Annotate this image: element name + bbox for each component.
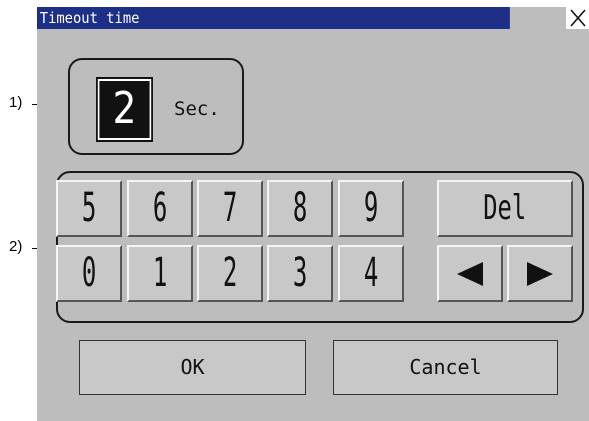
key-9[interactable]: 9 bbox=[338, 180, 404, 237]
unit-label: Sec. bbox=[174, 98, 220, 120]
cursor-right-button[interactable] bbox=[507, 245, 573, 302]
key-8[interactable]: 8 bbox=[267, 180, 333, 237]
callout-2: 2) bbox=[9, 238, 23, 255]
timeout-value-display[interactable]: 2 bbox=[96, 77, 153, 142]
key-3[interactable]: 3 bbox=[267, 245, 333, 302]
close-button[interactable] bbox=[566, 7, 589, 29]
key-0[interactable]: 0 bbox=[56, 245, 122, 302]
cancel-button[interactable]: Cancel bbox=[333, 340, 558, 395]
key-7[interactable]: 7 bbox=[197, 180, 263, 237]
delete-button[interactable]: Del bbox=[437, 180, 573, 237]
close-x-icon bbox=[570, 9, 586, 27]
right-arrow-icon bbox=[527, 262, 553, 286]
key-4[interactable]: 4 bbox=[338, 245, 404, 302]
key-5[interactable]: 5 bbox=[56, 180, 122, 237]
left-arrow-icon bbox=[457, 262, 483, 286]
callout-1: 1) bbox=[9, 94, 23, 111]
cursor-left-button[interactable] bbox=[437, 245, 503, 302]
key-6[interactable]: 6 bbox=[127, 180, 193, 237]
dialog-title: Timeout time bbox=[37, 7, 510, 29]
key-2[interactable]: 2 bbox=[197, 245, 263, 302]
ok-button[interactable]: OK bbox=[79, 340, 306, 395]
key-1[interactable]: 1 bbox=[127, 245, 193, 302]
